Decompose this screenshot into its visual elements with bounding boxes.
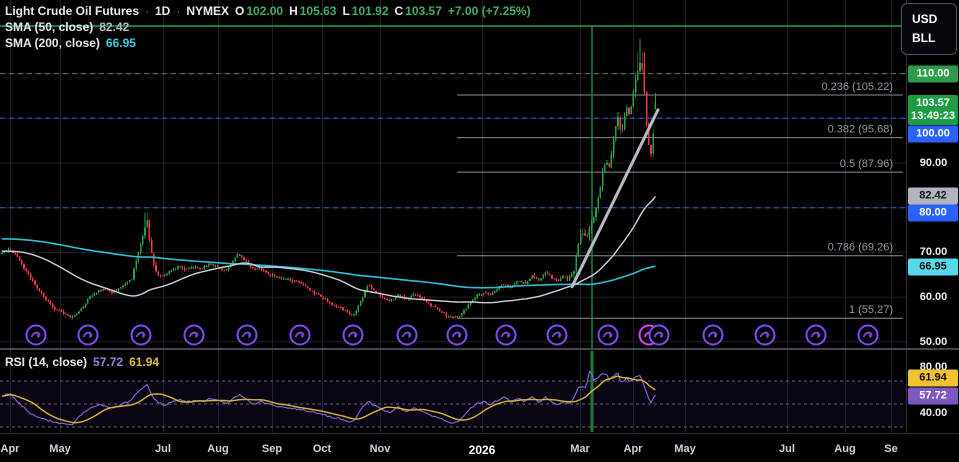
ohlc-close: C103.57 (395, 4, 442, 18)
ohlc-high: H105.63 (289, 4, 336, 18)
rsi-label: RSI (14, close) (5, 355, 87, 369)
time-label-month: Aug (207, 443, 228, 455)
price-badge-57.72[interactable]: 57.72 (908, 388, 958, 405)
exchange-label: NYMEX (186, 4, 229, 18)
contract-rollover-icon[interactable] (859, 326, 878, 345)
fib-label: 0.5 (87.96) (840, 158, 893, 170)
price-badge-66.95[interactable]: 66.95 (908, 259, 958, 276)
time-label-month: Se (884, 443, 897, 455)
sma200-row[interactable]: SMA (200, close) 66.95 (5, 35, 531, 51)
time-label-month: Jul (779, 443, 795, 455)
contract-rollover-icon[interactable] (344, 326, 363, 345)
contract-rollover-icon[interactable] (132, 326, 151, 345)
contract-rollover-icon[interactable] (185, 326, 204, 345)
time-label-month: Apr (1, 443, 20, 455)
contract-rollover-icon[interactable] (599, 326, 618, 345)
sma50-row[interactable]: SMA (50, close) 82.42 (5, 19, 531, 35)
time-axis[interactable]: Apr May Jul Aug Sep Oct Nov 2026 Mar Apr May Jul Aug… (0, 434, 959, 462)
price-tick: 50.00 (907, 336, 959, 348)
time-label-month: Oct (313, 443, 331, 455)
time-label-month: Nov (370, 443, 391, 455)
time-label-month: Aug (834, 443, 855, 455)
change-label: +7.00 (+7.25%) (448, 4, 531, 18)
sma200-value: 66.95 (106, 36, 136, 50)
contract-rollover-icon[interactable] (704, 326, 723, 345)
sma50-line[interactable] (2, 196, 655, 302)
contract-rollover-icon[interactable] (238, 326, 257, 345)
chart-window: 0.236 (105.22) 0.382 (95.68) 0.5 (87.96) 0.… (0, 0, 959, 462)
price-badge-80.00[interactable]: 80.00 (908, 205, 958, 222)
fib-label: 0.236 (105.22) (821, 81, 893, 93)
rsi-ma-value: 61.94 (129, 355, 159, 369)
sma200-line[interactable] (2, 239, 655, 288)
time-label-month: Apr (624, 443, 643, 455)
sma200-label: SMA (200, close) (5, 36, 100, 50)
ohlc-low: L101.92 (342, 4, 388, 18)
time-label-month: Mar (570, 443, 590, 455)
contract-rollover-icon[interactable] (448, 326, 467, 345)
fib-label: 1 (55.27) (849, 304, 893, 316)
price-tick: 90.00 (907, 157, 959, 169)
contract-rollover-icon[interactable] (548, 326, 567, 345)
interval-label[interactable]: 1D (155, 4, 170, 18)
unit-option-bll[interactable]: BLL (912, 32, 956, 45)
sma50-label: SMA (50, close) (5, 20, 93, 34)
contract-rollover-icon[interactable] (79, 326, 98, 345)
price-tick: 40.00 (907, 407, 959, 419)
price-badge-61.94[interactable]: 61.94 (908, 370, 958, 387)
symbol-title[interactable]: Light Crude Oil Futures (5, 4, 139, 18)
ohlc-open: O102.00 (235, 4, 283, 18)
contract-rollover-icon[interactable] (291, 326, 310, 345)
candlestick-series[interactable] (1, 39, 656, 319)
price-tick: 60.00 (907, 291, 959, 303)
separator: · (145, 4, 149, 18)
price-scale[interactable]: 90.00 70.00 60.00 50.00 80.00 40.00 110.00 103.… (906, 0, 959, 434)
separator: · (176, 4, 180, 18)
time-label-month: Jul (155, 443, 171, 455)
pane-divider[interactable] (0, 348, 959, 350)
axis-divider (0, 433, 959, 434)
currency-option-usd[interactable]: USD (912, 13, 956, 26)
contract-rollover-icon[interactable] (807, 326, 826, 345)
time-label-month: May (49, 443, 70, 455)
price-badge-82.42[interactable]: 82.42 (908, 188, 958, 205)
unit-selector[interactable]: USD BLL (901, 3, 957, 55)
fib-retracement[interactable]: 0.236 (105.22) 0.382 (95.68) 0.5 (87.96) 0.… (0, 26, 906, 318)
contract-rollover-icon[interactable] (497, 326, 516, 345)
price-badge-103.57[interactable]: 103.5713:49:23 (908, 95, 958, 125)
symbol-row: Light Crude Oil Futures · 1D · NYMEX O10… (5, 3, 531, 19)
contract-rollover-icon[interactable] (398, 326, 417, 345)
sma50-value: 82.42 (99, 20, 129, 34)
contract-rollover-icon[interactable] (650, 326, 669, 345)
rsi-value: 57.72 (93, 355, 123, 369)
rsi-legend[interactable]: RSI (14, close) 57.72 61.94 (5, 354, 159, 370)
price-badge-110.00[interactable]: 110.00 (908, 66, 958, 83)
price-badge-100.00[interactable]: 100.00 (908, 126, 958, 143)
time-label-month: Sep (262, 443, 282, 455)
contract-rollover-icon[interactable] (27, 326, 46, 345)
time-label-year: 2026 (469, 443, 496, 457)
fib-label: 0.786 (69.26) (828, 242, 893, 254)
symbol-legend[interactable]: Light Crude Oil Futures · 1D · NYMEX O10… (5, 3, 531, 51)
price-tick: 70.00 (907, 246, 959, 258)
contract-rollover-icon[interactable] (756, 326, 775, 345)
fib-label: 0.382 (95.68) (828, 124, 893, 136)
time-label-month: May (674, 443, 695, 455)
